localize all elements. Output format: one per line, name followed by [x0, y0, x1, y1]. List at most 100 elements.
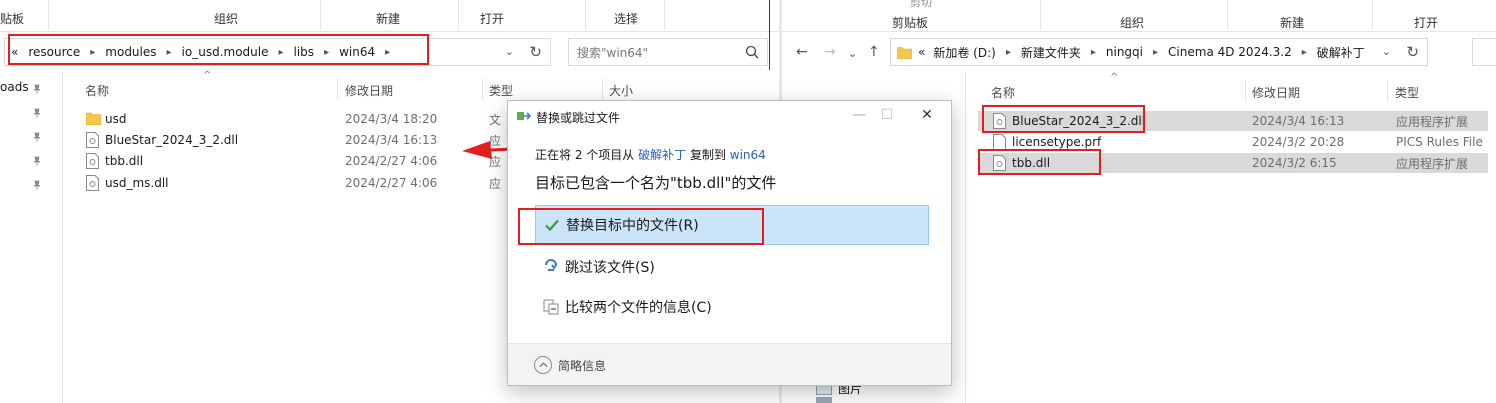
recent-locations-chevron-icon[interactable]: ⌄: [848, 47, 857, 60]
pin-icon[interactable]: [32, 84, 42, 94]
left-ribbon: 贴板 组织 新建 打开 选择: [0, 0, 780, 32]
pin-icon[interactable]: [32, 180, 42, 190]
file-type: PICS Rules File: [1396, 135, 1483, 149]
address-history-chevron-icon[interactable]: ⌄: [505, 45, 514, 58]
back-arrow-icon[interactable]: ←: [796, 44, 808, 60]
dll-file-icon: [86, 153, 99, 169]
crumb-cinema4d[interactable]: Cinema 4D 2024.3.2: [1168, 45, 1292, 59]
file-name: usd_ms.dll: [105, 176, 169, 190]
copy-files-icon: [517, 112, 531, 120]
crumb-crack-patch[interactable]: 破解补丁: [1317, 44, 1365, 61]
file-name: tbb.dll: [105, 154, 144, 168]
forward-arrow-icon[interactable]: →: [824, 44, 836, 60]
dll-file-icon: [86, 132, 99, 148]
file-name: BlueStar_2024_3_2.dll: [105, 133, 239, 147]
nav-pane-border: [62, 72, 63, 403]
search-icon[interactable]: [745, 45, 759, 59]
ribbon-group-clipboard[interactable]: 剪贴板: [892, 14, 928, 31]
ribbon-group-open[interactable]: 打开: [480, 10, 504, 27]
annotation-box-replace: [518, 208, 764, 245]
pin-icon[interactable]: [32, 108, 42, 118]
source-folder-link[interactable]: 破解补丁: [638, 148, 686, 162]
crumb-separator-icon[interactable]: ▸: [1091, 47, 1096, 58]
refresh-icon[interactable]: ↻: [529, 43, 542, 61]
crumb-separator-icon[interactable]: ▸: [1006, 47, 1011, 58]
file-name: usd: [105, 112, 127, 126]
file-date: 2024/2/27 4:06: [345, 154, 438, 168]
file-type: 应用程序扩展: [1396, 114, 1469, 129]
close-icon[interactable]: ✕: [917, 105, 937, 125]
annotation-box-bluestar: [982, 105, 1145, 133]
column-header-type[interactable]: 类型: [489, 82, 513, 99]
column-header-name[interactable]: 名称: [85, 82, 109, 99]
file-date: 2024/2/27 4:06: [345, 176, 438, 190]
skip-icon: [545, 259, 558, 271]
minimize-icon[interactable]: —: [849, 105, 869, 125]
ribbon-group-new[interactable]: 新建: [1280, 14, 1304, 31]
file-date: 2024/3/4 18:20: [345, 112, 438, 126]
ribbon-group-organize[interactable]: 组织: [214, 10, 238, 27]
progress-prefix: 正在将 2 个项目从: [535, 148, 635, 162]
dll-file-icon: [86, 175, 99, 191]
option-label: 跳过该文件(S): [565, 260, 655, 276]
nav-item-downloads[interactable]: oads: [0, 80, 29, 94]
right-address-bar[interactable]: « 新加卷 (D:) ▸ 新建文件夹 ▸ ningqi ▸ Cinema 4D …: [890, 38, 1428, 66]
file-date: 2024/3/2 20:28: [1252, 135, 1345, 149]
crumb-separator-icon[interactable]: ▸: [1302, 47, 1307, 58]
file-date: 2024/3/4 16:13: [1252, 114, 1345, 128]
annotation-box-address: [8, 34, 429, 65]
dialog-title: 替换或跳过文件: [536, 111, 621, 125]
column-header-name[interactable]: 名称: [991, 84, 1015, 101]
up-arrow-icon[interactable]: ↑: [868, 44, 880, 60]
ribbon-group-new[interactable]: 新建: [376, 10, 400, 27]
dest-folder-link[interactable]: win64: [730, 148, 766, 162]
skip-file-option[interactable]: 跳过该文件(S): [535, 247, 929, 287]
file-type: 应: [489, 176, 502, 191]
right-search-input[interactable]: [1472, 38, 1496, 66]
pin-icon[interactable]: [32, 132, 42, 142]
details-label: 简略信息: [558, 358, 607, 373]
file-name: licensetype.prf: [1012, 135, 1102, 149]
ribbon-group-clipboard[interactable]: 贴板: [0, 10, 24, 27]
copy-progress-text: 正在将 2 个项目从 破解补丁 复制到 win64: [535, 146, 766, 163]
option-label: 比较两个文件的信息(C): [565, 300, 712, 316]
progress-middle: 复制到: [689, 148, 726, 162]
ribbon-group-select[interactable]: 选择: [614, 10, 638, 27]
annotation-box-tbb: [978, 149, 1101, 175]
address-overflow[interactable]: «: [918, 45, 925, 59]
column-header-date[interactable]: 修改日期: [1252, 84, 1300, 101]
crumb-ningqi[interactable]: ningqi: [1106, 45, 1143, 59]
compare-icon: [543, 299, 559, 315]
left-search-input[interactable]: 搜索"win64": [568, 38, 768, 66]
refresh-icon[interactable]: ↻: [1406, 43, 1419, 61]
column-header-type[interactable]: 类型: [1395, 84, 1419, 101]
fewer-details-toggle[interactable]: 简略信息: [534, 356, 606, 374]
folder-icon: [897, 46, 912, 59]
ribbon-group-organize[interactable]: 组织: [1120, 14, 1144, 31]
conflict-headline: 目标已包含一个名为"tbb.dll"的文件: [535, 174, 777, 192]
file-type: 文: [489, 112, 502, 127]
ribbon-group-open[interactable]: 打开: [1414, 14, 1438, 31]
window-edge: [769, 0, 770, 70]
address-history-chevron-icon[interactable]: ⌄: [1382, 45, 1391, 58]
compare-files-option[interactable]: 比较两个文件的信息(C): [535, 287, 929, 327]
file-type: 应用程序扩展: [1396, 156, 1469, 171]
right-ribbon: 剪切 剪贴板 组织 新建 打开: [782, 0, 1496, 32]
file-date: 2024/3/2 6:15: [1252, 156, 1337, 170]
maximize-icon[interactable]: ☐: [877, 105, 897, 125]
file-icon: [993, 134, 1006, 150]
dialog-footer: 简略信息: [508, 343, 951, 385]
replace-or-skip-dialog: 替换或跳过文件 — ☐ ✕ 正在将 2 个项目从 破解补丁 复制到 win64 …: [507, 100, 952, 386]
column-header-date[interactable]: 修改日期: [345, 82, 393, 99]
sort-ascending-icon: ^: [1110, 72, 1119, 83]
folder-icon: [86, 112, 101, 125]
crumb-separator-icon[interactable]: ▸: [1153, 47, 1158, 58]
ribbon-cut-label[interactable]: 剪切: [910, 0, 932, 10]
sort-ascending-icon: ^: [203, 70, 212, 81]
nav-pane-border: [965, 72, 966, 403]
crumb-drive-d[interactable]: 新加卷 (D:): [933, 44, 995, 61]
nav-item-drive-icon: [816, 397, 832, 403]
pin-icon[interactable]: [32, 156, 42, 166]
crumb-new-folder[interactable]: 新建文件夹: [1021, 44, 1081, 61]
column-header-size[interactable]: 大小: [609, 82, 633, 99]
